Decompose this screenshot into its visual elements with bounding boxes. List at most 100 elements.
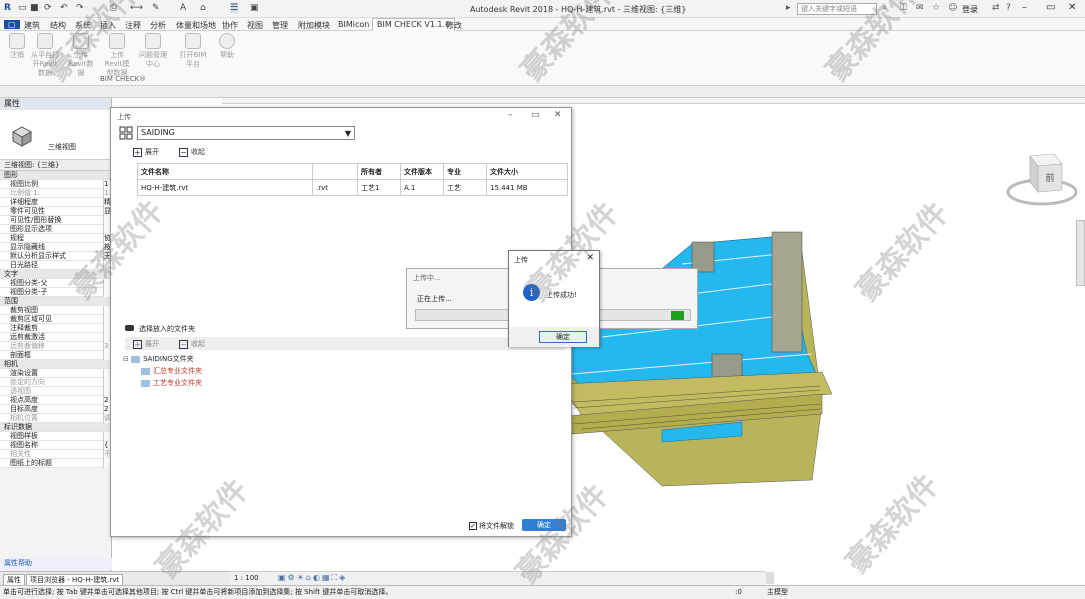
tree-collapse-button[interactable]: − 收起: [179, 339, 205, 349]
property-group[interactable]: 文字: [0, 270, 111, 279]
property-row: 比例值 1: 1: [0, 189, 112, 198]
file-tab[interactable]: ▢: [4, 20, 20, 29]
issue-center-label: 问题管理中心: [139, 51, 167, 68]
tab-modify[interactable]: 修改: [446, 20, 462, 31]
text-icon[interactable]: A: [180, 3, 186, 13]
thin-lines-icon[interactable]: ☰: [230, 3, 239, 13]
undo-icon[interactable]: ↶: [60, 3, 68, 13]
horizontal-scrollbar[interactable]: [766, 572, 774, 584]
tree-item[interactable]: 汇总专业文件夹: [123, 365, 202, 377]
tab-collaborate[interactable]: 协作: [222, 20, 238, 31]
properties-table: 图形 视图比例 1 比例值 1: 1 详细程度精零件可见性显可见性/图形替换 图形显示选项规…: [0, 171, 112, 468]
open-platform-button[interactable]: 打开BIM平台: [178, 33, 208, 69]
maximize-icon[interactable]: ▭: [1046, 2, 1055, 13]
property-group[interactable]: 标识数据: [0, 423, 111, 432]
property-label: 图形显示选项: [10, 225, 52, 233]
tree-collapse-icon[interactable]: ⊟: [123, 355, 129, 363]
measure-icon[interactable]: ⟷: [130, 3, 143, 13]
info-icon: i: [523, 284, 540, 301]
table-row[interactable]: HQ-H-建筑.rvt .rvt 工艺1 A.1 工艺 15.441 MB: [137, 179, 568, 196]
upload-revit-data-button[interactable]: 上传Revit数据: [66, 33, 96, 78]
type-selector[interactable]: 三维视图: [0, 110, 111, 160]
close-icon[interactable]: ✕: [586, 253, 594, 263]
issue-center-button[interactable]: 问题管理中心: [138, 33, 168, 69]
tree-root[interactable]: ⊟ SAIDING文件夹: [123, 353, 202, 365]
properties-filter[interactable]: 三维视图: {三维}: [0, 160, 111, 171]
status-model[interactable]: 主模型: [767, 586, 788, 599]
properties-help-link[interactable]: 属性帮助: [0, 558, 112, 570]
tree-item-label: 工艺专业文件夹: [153, 379, 202, 387]
project-select[interactable]: SAIDING ▼: [137, 126, 355, 140]
viewcube[interactable]: 前: [1006, 150, 1078, 208]
exchange-icon[interactable]: ⇄: [992, 3, 1000, 13]
3d-view-icon: [11, 126, 33, 147]
tab-addins[interactable]: 附加模块: [298, 20, 330, 31]
redo-icon[interactable]: ↷: [76, 3, 84, 13]
close-icon[interactable]: ✕: [1068, 2, 1076, 13]
dimension-icon[interactable]: ✎: [152, 3, 160, 13]
tab-view[interactable]: 视图: [247, 20, 263, 31]
minimize-icon[interactable]: –: [1022, 2, 1027, 13]
property-group[interactable]: 范围: [0, 297, 111, 306]
tab-annotate[interactable]: 注释: [125, 20, 141, 31]
help-button[interactable]: 帮助: [212, 33, 242, 60]
property-label: 目标高度: [10, 405, 38, 413]
power-icon: [9, 33, 25, 49]
property-row: 裁剪区域可见: [0, 315, 112, 324]
search-arrow-icon[interactable]: ▸: [786, 3, 791, 13]
communication-icon[interactable]: ✉: [916, 3, 924, 13]
property-label: 显示隐藏线: [10, 243, 45, 251]
user-icon[interactable]: ☺: [948, 3, 957, 13]
tab-massing[interactable]: 体量和场地: [176, 20, 216, 31]
subscription-icon[interactable]: ⚿: [900, 3, 907, 13]
navigation-bar[interactable]: [1076, 220, 1085, 286]
logout-button[interactable]: 注销: [2, 33, 32, 60]
dialog-close-icon[interactable]: ✕: [554, 110, 562, 120]
tree-item[interactable]: 工艺专业文件夹: [123, 377, 202, 389]
save-icon[interactable]: ■: [30, 3, 39, 13]
tab-manage[interactable]: 管理: [272, 20, 288, 31]
tab-bimicon[interactable]: BIMicon: [338, 20, 369, 29]
help-icon[interactable]: ?: [1006, 3, 1011, 13]
tab-architecture[interactable]: 建筑: [24, 20, 40, 31]
unlock-checkbox[interactable]: ✓ 将文件解锁: [469, 521, 514, 531]
switch-window-icon[interactable]: ▣: [250, 3, 259, 13]
view-control-icons[interactable]: ▣⚙☀⌂◐▦⛶◈: [278, 573, 347, 583]
favorites-icon[interactable]: ☆: [932, 3, 940, 13]
tab-bim-check[interactable]: BIM CHECK V1.1.0: [372, 18, 456, 31]
tab-insert[interactable]: 插入: [100, 20, 116, 31]
dialog-maximize-icon[interactable]: ▭: [531, 110, 540, 120]
revit-logo[interactable]: R: [4, 3, 11, 13]
open-icon[interactable]: ▭: [18, 3, 27, 13]
expand-button[interactable]: + 展开: [133, 147, 159, 157]
search-input[interactable]: 键入关键字或短语: [797, 3, 877, 15]
tab-systems[interactable]: 系统: [75, 20, 91, 31]
property-group[interactable]: 图形: [0, 171, 111, 180]
dialog-minimize-icon[interactable]: –: [508, 110, 513, 120]
property-group[interactable]: 相机: [0, 360, 111, 369]
ok-button[interactable]: 确定: [539, 331, 587, 343]
tab-structure[interactable]: 结构: [50, 20, 66, 31]
tree-expand-button[interactable]: + 展开: [133, 339, 159, 349]
login-link[interactable]: 登录: [962, 4, 978, 15]
search-icon[interactable]: ⌕: [882, 3, 887, 13]
print-icon[interactable]: ⎙: [110, 3, 117, 13]
3d-view-icon[interactable]: ⌂: [200, 3, 206, 13]
collapse-button[interactable]: − 收起: [179, 147, 205, 157]
upload-icon: [73, 33, 89, 49]
property-row: 视图名称{: [0, 441, 112, 450]
property-label: 裁剪视图: [10, 306, 38, 314]
upload-model-button[interactable]: 上传Revit模型数据: [102, 33, 132, 78]
properties-palette: 属性 三维视图 三维视图: {三维} 图形 视图比例 1 比例值 1: 1 详细程度精零件…: [0, 98, 112, 571]
palette-tabs: 属性 项目浏览器 - HQ-H-建筑.rvt: [0, 571, 230, 586]
confirm-button[interactable]: 确定: [522, 519, 566, 531]
tree-toolbar: + 展开 − 收起: [125, 337, 565, 350]
open-from-platform-button[interactable]: 从平台打开Revit数据: [30, 33, 60, 78]
sync-icon[interactable]: ⟳: [44, 3, 52, 13]
success-footer: 确定: [509, 327, 599, 347]
question-icon: [219, 33, 235, 49]
col-owner: 所有者: [357, 163, 401, 180]
view-scale[interactable]: 1 : 100: [234, 574, 259, 582]
tab-analyze[interactable]: 分析: [150, 20, 166, 31]
property-label: 默认分析显示样式: [10, 252, 66, 260]
